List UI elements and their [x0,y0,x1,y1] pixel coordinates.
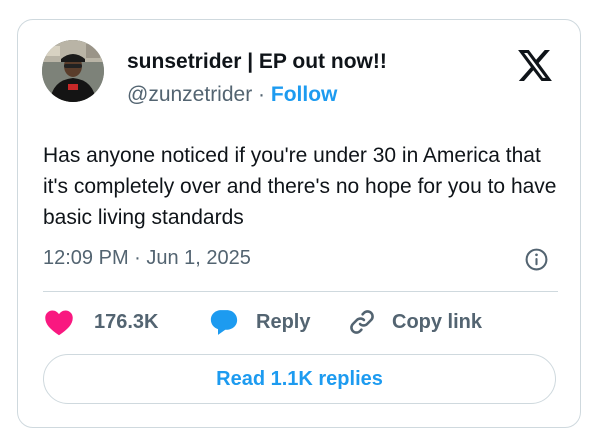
reply-label: Reply [256,310,311,333]
info-icon[interactable] [524,247,549,272]
like-button[interactable]: 176.3K [44,308,159,336]
read-replies-button[interactable]: Read 1.1K replies [43,354,556,404]
avatar[interactable] [42,40,104,102]
heart-icon [44,308,74,336]
separator-dot: · [258,83,266,106]
divider [43,291,558,292]
link-icon [348,308,376,336]
copy-link-button[interactable]: Copy link [348,308,482,336]
tweet-card: sunsetrider | EP out now!! @zunzetrider … [17,19,581,428]
user-handle[interactable]: @zunzetrider [127,83,252,106]
like-count: 176.3K [94,310,159,333]
follow-button[interactable]: Follow [271,83,338,106]
speech-bubble-icon [209,308,239,336]
handle-line: @zunzetrider · Follow [127,83,337,107]
reply-button[interactable]: Reply [209,308,310,336]
tweet-text: Has anyone noticed if you're under 30 in… [43,144,557,229]
display-name[interactable]: sunsetrider | EP out now!! [127,50,387,74]
timestamp[interactable]: 12:09 PM · Jun 1, 2025 [43,247,251,270]
copy-link-label: Copy link [392,310,483,333]
x-logo-icon[interactable] [518,50,552,81]
